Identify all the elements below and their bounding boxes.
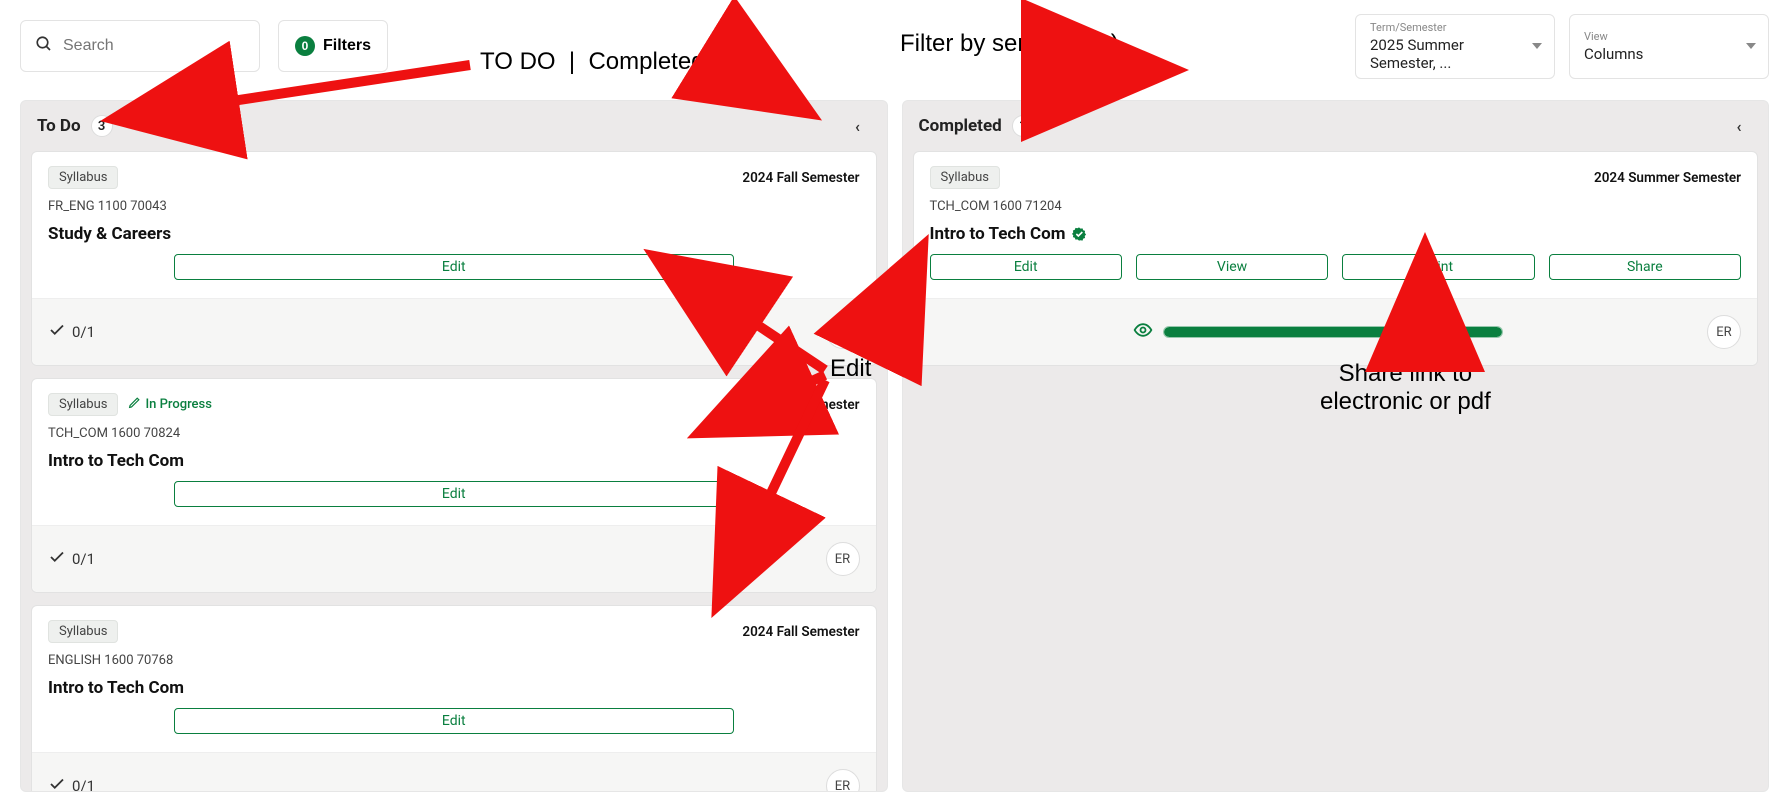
progress-count: 0/1 [48,775,95,791]
course-title: Study & Careers [48,224,860,244]
collapse-todo-icon[interactable]: ‹ [845,113,871,139]
progress-bar [1163,326,1503,338]
term-semester-dropdown[interactable]: Term/Semester 2025 Summer Semester, ... [1355,14,1555,79]
progress-text: 0/1 [72,777,95,791]
completed-column-body: Syllabus 2024 Summer Semester TCH_COM 16… [903,151,1769,380]
edit-button[interactable]: Edit [174,481,734,507]
progress-text: 0/1 [72,323,95,341]
in-progress-badge: In Progress [128,396,211,413]
view-dropdown[interactable]: View Columns [1569,14,1769,79]
search-icon [35,35,53,57]
term-dropdown-value: 2025 Summer Semester, ... [1370,36,1518,72]
check-icon [48,321,66,343]
term-dropdown-label: Term/Semester [1370,21,1518,34]
er-avatar[interactable]: ER [826,315,860,349]
in-progress-text: In Progress [145,397,211,412]
syllabus-pill: Syllabus [48,166,118,189]
progress-fill [1164,327,1502,337]
course-title: Intro to Tech Com [930,224,1742,244]
completed-column-count: 1 [1012,115,1034,137]
course-code: TCH_COM 1600 70824 [48,426,860,441]
semester-label: 2024 Fall Semester [742,624,859,640]
filters-button[interactable]: 0 Filters [278,20,388,72]
filters-count-badge: 0 [295,36,315,56]
eye-icon [1133,320,1153,344]
syllabus-card: Syllabus 2024 Fall Semester FR_ENG 1100 … [31,151,877,366]
search-box[interactable] [20,20,260,72]
chevron-down-icon [1532,43,1542,49]
pencil-icon [128,396,141,413]
check-icon [48,548,66,570]
course-code: ENGLISH 1600 70768 [48,653,860,668]
progress-text: 0/1 [72,550,95,568]
view-dropdown-label: View [1584,30,1732,43]
course-title: Intro to Tech Com [48,451,860,471]
completed-column: Completed 1 ‹ Syllabus 2024 Summer Semes… [902,100,1770,792]
syllabus-card: Syllabus In Progress 2024 Fall Semester … [31,378,877,593]
semester-label: 2024 Fall Semester [742,170,859,186]
share-button[interactable]: Share [1549,254,1741,280]
columns-container: To Do 3 ‹ Syllabus 2024 Fall Semester FR… [20,100,1769,792]
todo-column-title: To Do [37,116,81,136]
syllabus-card: Syllabus 2024 Summer Semester TCH_COM 16… [913,151,1759,366]
todo-column-body: Syllabus 2024 Fall Semester FR_ENG 1100 … [21,151,887,791]
syllabus-pill: Syllabus [48,620,118,643]
progress-count: 0/1 [48,548,95,570]
course-code: TCH_COM 1600 71204 [930,199,1742,214]
todo-column-header: To Do 3 ‹ [21,101,887,151]
search-input[interactable] [63,37,245,55]
er-avatar[interactable]: ER [1707,315,1741,349]
completed-column-title: Completed [919,116,1002,136]
course-title-text: Intro to Tech Com [930,224,1066,244]
course-code: FR_ENG 1100 70043 [48,199,860,214]
view-button[interactable]: View [1136,254,1328,280]
edit-button[interactable]: Edit [174,708,734,734]
edit-button[interactable]: Edit [930,254,1122,280]
er-avatar[interactable]: ER [826,542,860,576]
edit-button[interactable]: Edit [174,254,734,280]
semester-label: 2024 Summer Semester [1594,170,1741,186]
course-title: Intro to Tech Com [48,678,860,698]
completed-column-header: Completed 1 ‹ [903,101,1769,151]
verified-icon [1071,226,1087,242]
syllabus-pill: Syllabus [930,166,1000,189]
print-button[interactable]: Print [1342,254,1534,280]
visibility-progress [930,320,1708,344]
todo-column-count: 3 [91,115,113,137]
semester-label: 2024 Fall Semester [742,397,859,413]
top-toolbar: 0 Filters Term/Semester 2025 Summer Seme… [20,20,1769,72]
chevron-down-icon [1746,43,1756,49]
view-dropdown-value: Columns [1584,45,1732,63]
todo-column: To Do 3 ‹ Syllabus 2024 Fall Semester FR… [20,100,888,792]
syllabus-pill: Syllabus [48,393,118,416]
er-avatar[interactable]: ER [826,769,860,791]
filters-label: Filters [323,37,371,55]
syllabus-card: Syllabus 2024 Fall Semester ENGLISH 1600… [31,605,877,791]
progress-count: 0/1 [48,321,95,343]
collapse-completed-icon[interactable]: ‹ [1726,113,1752,139]
check-icon [48,775,66,791]
